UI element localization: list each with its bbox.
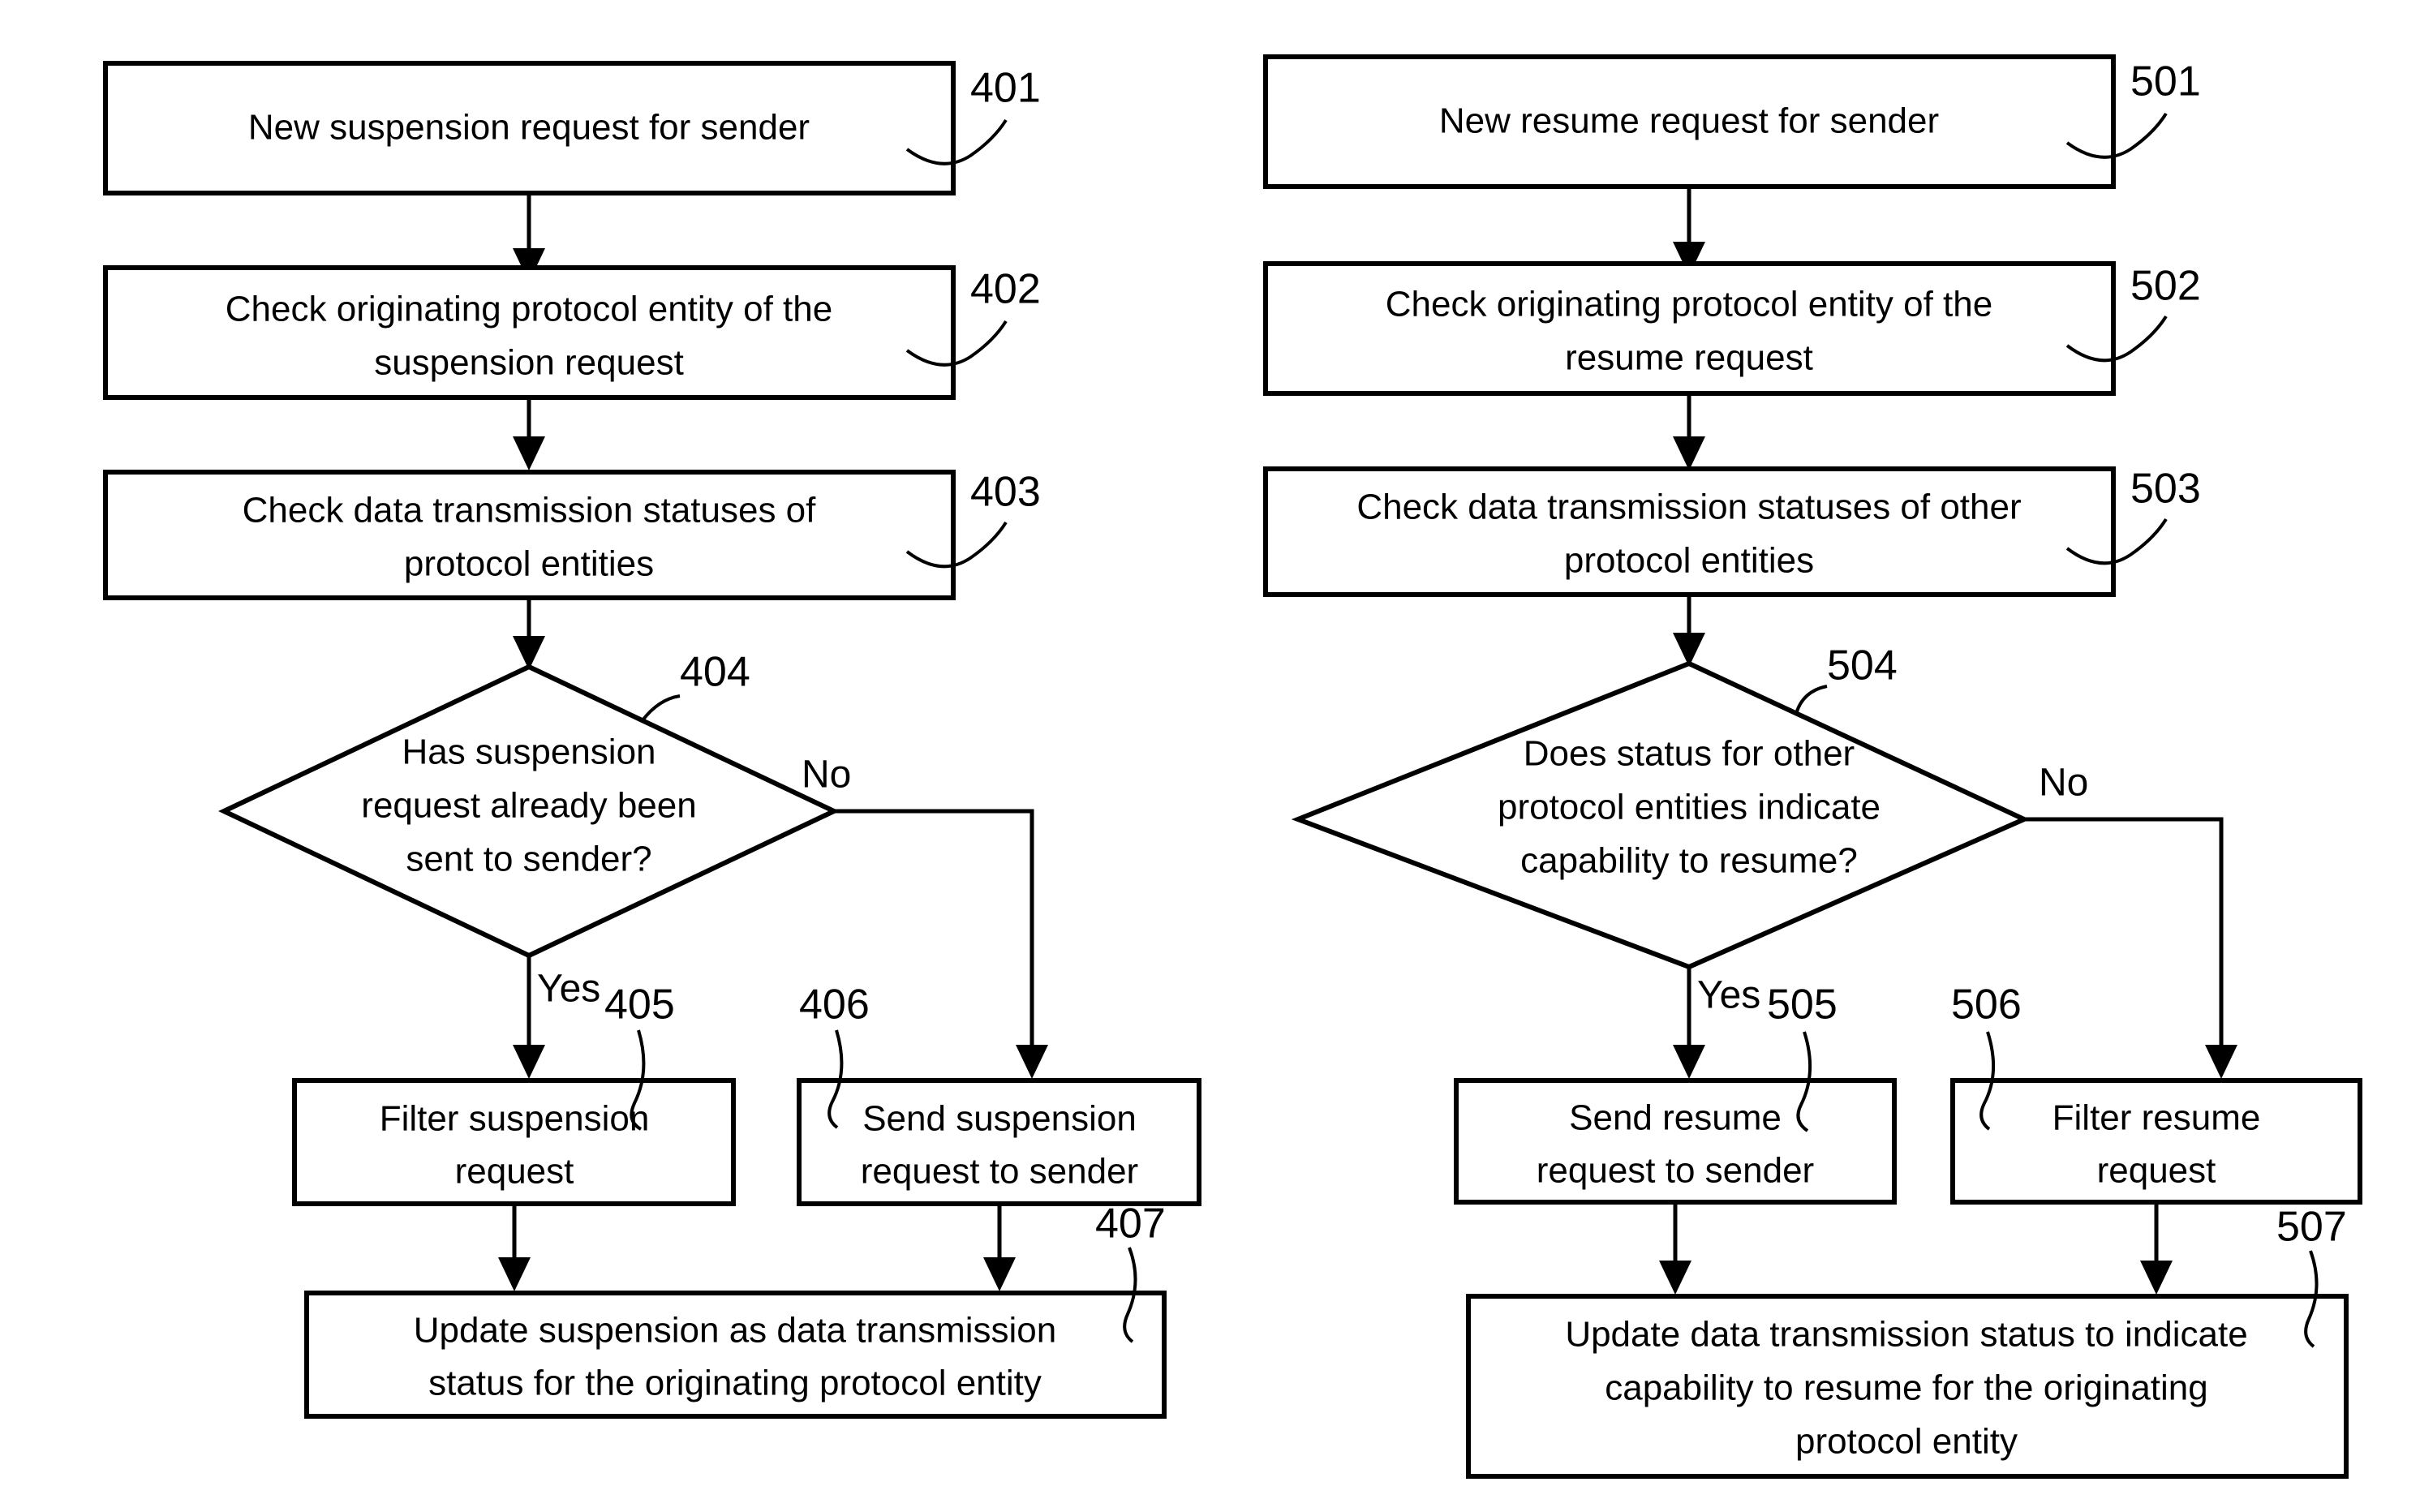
node-502: Check originating protocol entity of the… (1263, 261, 2201, 396)
branch-504-yes-label: Yes (1697, 974, 1760, 1017)
node-502-ref: 502 (2130, 263, 2201, 310)
node-504-line-1: Does status for other (1524, 734, 1855, 774)
suspension-request-flow: New suspension request for sender 401 Ch… (103, 61, 1201, 1419)
node-407-line-2: status for the originating protocol enti… (428, 1364, 1042, 1403)
connector-502-503 (1673, 393, 1705, 470)
branch-404-no-label: No (802, 754, 851, 797)
node-401: New suspension request for sender 401 (103, 61, 1041, 195)
node-406-line-2: request to sender (861, 1152, 1138, 1192)
node-504-leader (1795, 685, 1828, 715)
node-504-line-2: protocol entities indicate (1498, 788, 1881, 827)
node-404: Has suspension request already been sent… (217, 649, 840, 959)
connector-505-507 (1659, 1202, 1691, 1295)
resume-request-flow: New resume request for sender 501 Check … (1263, 54, 2362, 1479)
connector-503-504 (1673, 595, 1705, 667)
node-505-line-1: Send resume (1569, 1098, 1782, 1138)
node-405-line-2: request (455, 1152, 574, 1192)
node-502-line-1: Check originating protocol entity of the (1386, 285, 1992, 324)
node-503-ref: 503 (2130, 466, 2201, 513)
node-401-ref: 401 (970, 65, 1041, 112)
node-404-line-3: sent to sender? (406, 840, 651, 879)
node-404-leader (641, 694, 681, 722)
node-505-line-2: request to sender (1537, 1151, 1814, 1191)
node-402-line-2: suspension request (374, 343, 684, 383)
node-407-line-1: Update suspension as data transmission (414, 1311, 1056, 1351)
branch-404-yes-label: Yes (537, 968, 600, 1011)
node-406-line-1: Send suspension (862, 1099, 1137, 1139)
node-405-line-1: Filter suspension (380, 1099, 650, 1139)
node-506-line-2: request (2097, 1151, 2216, 1191)
node-404-ref: 404 (680, 649, 750, 696)
node-501-ref: 501 (2130, 58, 2201, 105)
node-506-line-1: Filter resume (2052, 1098, 2261, 1138)
branch-504-no-label: No (2039, 762, 2088, 805)
node-402-line-1: Check originating protocol entity of the (226, 290, 832, 329)
connector-402-403 (513, 397, 545, 470)
node-404-line-1: Has suspension (402, 732, 656, 772)
node-503-line-1: Check data transmission statuses of othe… (1356, 488, 2021, 527)
node-505: Send resume request to sender 505 (1454, 982, 1897, 1205)
node-503: Check data transmission statuses of othe… (1263, 466, 2201, 597)
connector-403-404 (513, 598, 545, 670)
node-403: Check data transmission statuses of prot… (103, 469, 1041, 600)
node-507: Update data transmission status to indic… (1466, 1204, 2349, 1479)
node-403-line-2: protocol entities (404, 544, 654, 584)
branch-504-no: No (2024, 762, 2237, 1079)
node-407-ref: 407 (1095, 1201, 1166, 1248)
connector-405-407 (498, 1204, 531, 1291)
branch-404-yes: Yes (513, 956, 600, 1079)
node-504-ref: 504 (1827, 642, 1898, 689)
node-404-line-2: request already been (361, 786, 696, 826)
node-403-line-1: Check data transmission statuses of (243, 491, 817, 530)
node-507-line-3: protocol entity (1795, 1422, 2018, 1462)
connector-506-507 (2140, 1202, 2173, 1295)
node-502-line-2: resume request (1565, 338, 1813, 378)
flowchart-canvas: New suspension request for sender 401 Ch… (103, 54, 2362, 1479)
node-402: Check originating protocol entity of the… (103, 265, 1041, 400)
node-405-ref: 405 (604, 982, 675, 1029)
node-503-line-2: protocol entities (1564, 541, 1814, 581)
node-501-line-1: New resume request for sender (1439, 101, 1939, 141)
node-402-ref: 402 (970, 266, 1041, 313)
node-507-line-1: Update data transmission status to indic… (1565, 1315, 2247, 1355)
branch-504-yes: Yes (1673, 967, 1760, 1079)
node-501: New resume request for sender 501 (1263, 54, 2201, 189)
node-405: Filter suspension request 405 (292, 982, 736, 1206)
node-504: Does status for other protocol entities … (1291, 642, 2031, 970)
node-504-line-3: capability to resume? (1520, 841, 1858, 881)
node-406-ref: 406 (799, 982, 870, 1029)
node-506-ref: 506 (1951, 982, 2022, 1029)
node-506: Filter resume request 506 (1950, 982, 2362, 1205)
connector-406-407 (983, 1204, 1016, 1291)
node-401-line-1: New suspension request for sender (248, 108, 810, 148)
node-406: Send suspension request to sender 406 (797, 982, 1201, 1206)
node-403-ref: 403 (970, 469, 1041, 516)
patent-flowchart-figure: New suspension request for sender 401 Ch… (0, 0, 2420, 1512)
node-507-line-2: capability to resume for the originating (1605, 1368, 2208, 1408)
node-407: Update suspension as data transmission s… (304, 1201, 1167, 1419)
node-507-ref: 507 (2276, 1204, 2347, 1251)
branch-404-no: No (802, 754, 1048, 1079)
node-505-ref: 505 (1767, 982, 1838, 1029)
